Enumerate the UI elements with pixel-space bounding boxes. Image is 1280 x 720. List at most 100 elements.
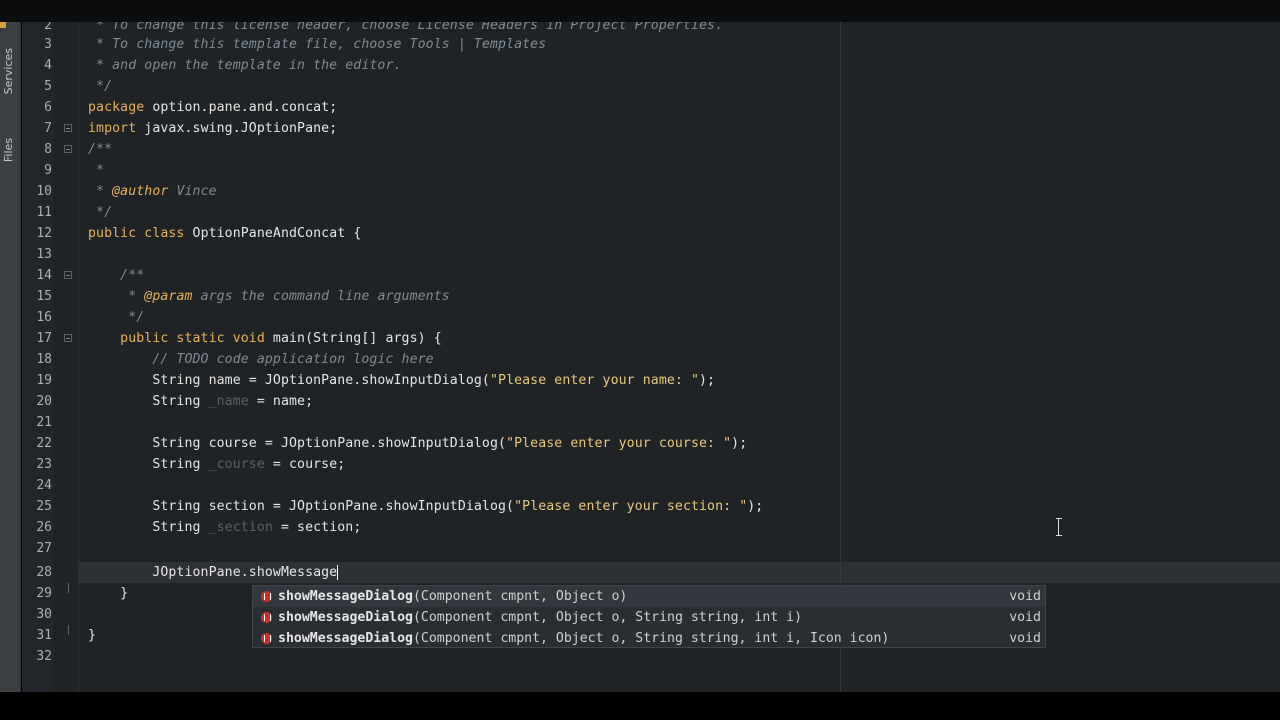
unused-variable: _course <box>208 457 265 472</box>
code-text: import javax.swing.JOptionPane; <box>88 118 337 139</box>
comment-prefix: * <box>88 184 113 199</box>
code-rest: javax.swing.JOptionPane; <box>136 121 338 136</box>
code-line: 27 <box>22 538 1280 559</box>
code-line: 11 */ <box>22 202 1280 223</box>
method-params: (Component cmpnt, Object o) <box>412 589 628 604</box>
code-text: */ <box>88 310 145 325</box>
completion-signature: showMessageDialog(Component cmpnt, Objec… <box>278 586 627 607</box>
keyword: import <box>88 121 137 136</box>
completion-signature: showMessageDialog(Component cmpnt, Objec… <box>278 628 889 649</box>
code-line: 32 <box>22 646 1280 667</box>
code-text: String _section = section; <box>88 517 361 538</box>
line-number: 21 <box>36 415 52 430</box>
method-name: showMessageDialog <box>278 610 413 625</box>
line-number: 18 <box>36 352 52 367</box>
code-text: * @author Vince <box>88 181 217 202</box>
code-line: 25 String section = JOptionPane.showInpu… <box>22 496 1280 517</box>
keyword: public static void <box>88 331 265 346</box>
mouse-ibeam-cursor-icon <box>1056 518 1062 536</box>
line-number: 22 <box>36 436 52 451</box>
code-part: String <box>88 457 209 472</box>
fold-end-marker <box>68 583 69 593</box>
code-part: String section = JOptionPane.showInputDi… <box>88 499 515 514</box>
line-number: 9 <box>44 163 52 178</box>
line-number: 5 <box>44 79 52 94</box>
typed-code: JOptionPane.showMessage <box>88 565 338 580</box>
line-number: 29 <box>36 586 52 601</box>
fold-toggle-icon[interactable] <box>64 124 72 132</box>
method-params: (Component cmpnt, Object o, String strin… <box>412 610 803 625</box>
code-line: 19 String name = JOptionPane.showInputDi… <box>22 370 1280 391</box>
string-literal: "Please enter your section: " <box>514 499 748 514</box>
return-type: void <box>1009 610 1041 625</box>
window-bottom-strip <box>0 692 1280 720</box>
line-number: 13 <box>36 247 52 262</box>
code-completion-popup[interactable]: showMessageDialog(Component cmpnt, Objec… <box>252 585 1046 648</box>
string-literal: "Please enter your course: " <box>506 436 732 451</box>
line-number: 7 <box>44 121 52 136</box>
completion-item[interactable]: showMessageDialog(Component cmpnt, Objec… <box>253 628 1045 649</box>
code-part: String <box>88 520 209 535</box>
code-line: 15 * @param args the command line argume… <box>22 286 1280 307</box>
code-rest: option.pane.and.concat; <box>144 100 338 115</box>
code-text: String _name = name; <box>88 391 313 412</box>
code-line: 9 * <box>22 160 1280 181</box>
code-part: = name; <box>248 394 314 409</box>
code-part: = section; <box>272 520 362 535</box>
code-line: 3 * To change this template file, choose… <box>22 34 1280 55</box>
line-number: 12 <box>36 226 52 241</box>
line-number: 20 <box>36 394 52 409</box>
code-rest: OptionPaneAndConcat { <box>184 226 362 241</box>
keyword: package <box>88 100 145 115</box>
return-type: void <box>1009 589 1041 604</box>
method-name: showMessageDialog <box>278 631 413 646</box>
fold-toggle-icon[interactable] <box>64 334 72 342</box>
code-text: * To change this template file, choose T… <box>88 37 547 52</box>
side-marker <box>0 22 6 28</box>
line-number: 14 <box>36 268 52 283</box>
code-line: 13 <box>22 244 1280 265</box>
code-part: ); <box>699 373 716 388</box>
method-name: showMessageDialog <box>278 589 413 604</box>
code-text: * <box>88 163 105 178</box>
code-line: 6 package option.pane.and.concat; <box>22 97 1280 118</box>
fold-end-marker <box>68 625 69 635</box>
tab-files[interactable]: Files <box>0 132 20 202</box>
completion-item[interactable]: showMessageDialog(Component cmpnt, Objec… <box>253 586 1045 607</box>
comment-rest: args the command line arguments <box>192 289 450 304</box>
line-number: 23 <box>36 457 52 472</box>
line-number: 16 <box>36 310 52 325</box>
tab-services[interactable]: Services <box>0 42 20 122</box>
method-icon <box>261 612 272 623</box>
code-part: ); <box>731 436 748 451</box>
code-text[interactable]: JOptionPane.showMessage <box>88 562 339 583</box>
code-text: String _course = course; <box>88 454 345 475</box>
fold-toggle-icon[interactable] <box>64 145 72 153</box>
code-part: ); <box>747 499 764 514</box>
code-text: */ <box>88 205 113 220</box>
method-icon <box>261 633 272 644</box>
line-number: 10 <box>36 184 52 199</box>
code-rest: main(String[] args) { <box>264 331 442 346</box>
code-text: String name = JOptionPane.showInputDialo… <box>88 370 715 391</box>
code-text: String section = JOptionPane.showInputDi… <box>88 496 763 517</box>
code-text: * @param args the command line arguments <box>88 286 450 307</box>
code-part: String <box>88 394 209 409</box>
completion-signature: showMessageDialog(Component cmpnt, Objec… <box>278 607 802 628</box>
code-text: String course = JOptionPane.showInputDia… <box>88 433 747 454</box>
javadoc-tag: @author <box>112 184 169 199</box>
line-number: 31 <box>36 628 52 643</box>
fold-toggle-icon[interactable] <box>64 271 72 279</box>
code-part: = course; <box>264 457 346 472</box>
code-text: */ <box>88 79 113 94</box>
code-text: } <box>88 628 97 643</box>
line-number: 4 <box>44 58 52 73</box>
completion-item[interactable]: showMessageDialog(Component cmpnt, Objec… <box>253 607 1045 628</box>
unused-variable: _name <box>208 394 249 409</box>
string-literal: "Please enter your name: " <box>489 373 700 388</box>
tab-files-label: Files <box>2 138 15 163</box>
code-line: 12 public class OptionPaneAndConcat { <box>22 223 1280 244</box>
code-text: * and open the template in the editor. <box>88 58 402 73</box>
code-line: 24 <box>22 475 1280 496</box>
text-caret <box>337 564 339 580</box>
